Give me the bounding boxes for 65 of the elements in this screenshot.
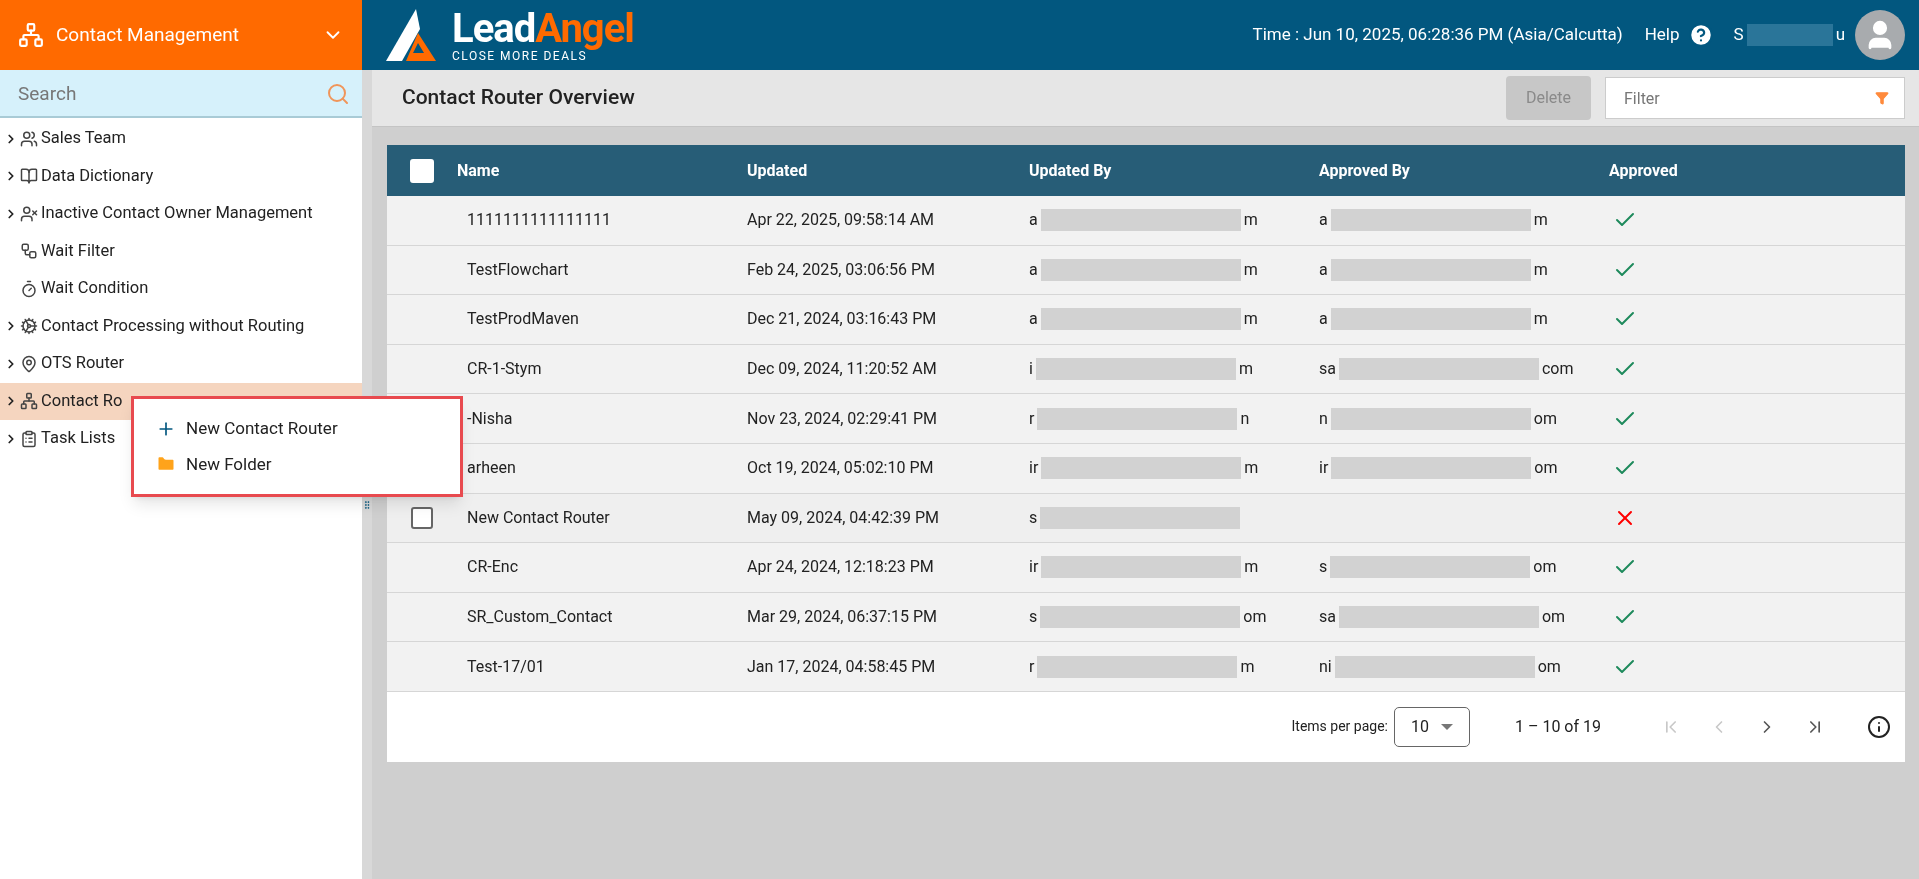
- email-end: u: [1835, 23, 1845, 47]
- email-start: S: [1733, 23, 1744, 47]
- tree-item-label: Wait Condition: [41, 277, 149, 300]
- email-start: a: [1319, 209, 1328, 232]
- updated-date: Dec 09, 2024, 11:20:52 AM: [747, 359, 937, 379]
- current-time: Time : Jun 10, 2025, 06:28:36 PM (Asia/Calcutta): [1252, 23, 1623, 47]
- email-end: om: [1537, 655, 1561, 678]
- email-end: om: [1534, 457, 1558, 480]
- logo-text: Lead: [452, 4, 536, 52]
- page-range: 1 – 10 of 19: [1514, 715, 1601, 738]
- email-end: om: [1541, 606, 1566, 629]
- items-per-page-label: Items per page:: [1291, 717, 1388, 737]
- updated-date: Apr 24, 2024, 12:18:23 PM: [747, 557, 934, 577]
- updated-date: Apr 22, 2025, 09:58:14 AM: [747, 210, 935, 230]
- email-end: n: [1240, 407, 1250, 430]
- updated-date: Oct 19, 2024, 05:02:10 PM: [747, 458, 934, 478]
- email-end: m: [1240, 655, 1255, 678]
- email-start: s: [1319, 556, 1328, 579]
- email-start: a: [1319, 308, 1328, 331]
- email-end: m: [1533, 308, 1548, 331]
- email-end: m: [1533, 258, 1548, 281]
- email-start: sa: [1319, 358, 1336, 381]
- tree-item-label: Contact Ro: [41, 389, 123, 412]
- tree-item-label: Wait Filter: [41, 239, 115, 262]
- email-end: om: [1533, 556, 1557, 579]
- tree-item-label: Contact Processing without Routing: [41, 314, 305, 337]
- email-end: om: [1533, 407, 1557, 430]
- email-start: r: [1029, 655, 1035, 678]
- email-end: m: [1243, 209, 1258, 232]
- email-start: ir: [1319, 457, 1329, 480]
- tree-item-label: Task Lists: [41, 427, 116, 450]
- tree-item-label: Sales Team: [41, 127, 127, 150]
- logo-text-accent: Angel: [535, 4, 634, 52]
- email-start: a: [1029, 209, 1038, 232]
- tree-item-label: Inactive Contact Owner Management: [41, 202, 313, 225]
- updated-date: Mar 29, 2024, 06:37:15 PM: [747, 607, 937, 627]
- tree-item-label: Data Dictionary: [41, 164, 154, 187]
- updated-date: Dec 21, 2024, 03:16:43 PM: [747, 309, 937, 329]
- email-start: sa: [1319, 606, 1336, 629]
- email-start: a: [1029, 308, 1038, 331]
- updated-date: Feb 24, 2025, 03:06:56 PM: [747, 259, 936, 279]
- logo-tagline: CLOSE MORE DEALS: [452, 49, 588, 62]
- email-start: ir: [1029, 556, 1039, 579]
- email-start: ir: [1029, 457, 1039, 480]
- email-end: m: [1238, 358, 1253, 381]
- email-end: m: [1244, 457, 1259, 480]
- email-start: a: [1029, 258, 1038, 281]
- email-start: ni: [1319, 655, 1332, 678]
- email-start: s: [1029, 506, 1038, 529]
- updated-date: Jan 17, 2024, 04:58:45 PM: [747, 656, 936, 676]
- email-end: m: [1533, 209, 1548, 232]
- email-start: n: [1319, 407, 1328, 430]
- email-end: m: [1244, 556, 1259, 579]
- updated-date: Nov 23, 2024, 02:29:41 PM: [747, 408, 938, 428]
- email-end: m: [1243, 258, 1258, 281]
- email-end: m: [1243, 308, 1258, 331]
- page-title: Contact Router Overview: [402, 84, 636, 112]
- email-start: a: [1319, 258, 1328, 281]
- updated-date: May 09, 2024, 04:42:39 PM: [747, 507, 939, 527]
- tree-item-label: OTS Router: [41, 352, 125, 375]
- email-start: s: [1029, 606, 1038, 629]
- email-start: i: [1029, 358, 1033, 381]
- email-end: com: [1541, 358, 1574, 381]
- email-end: om: [1243, 606, 1267, 629]
- email-start: r: [1029, 407, 1035, 430]
